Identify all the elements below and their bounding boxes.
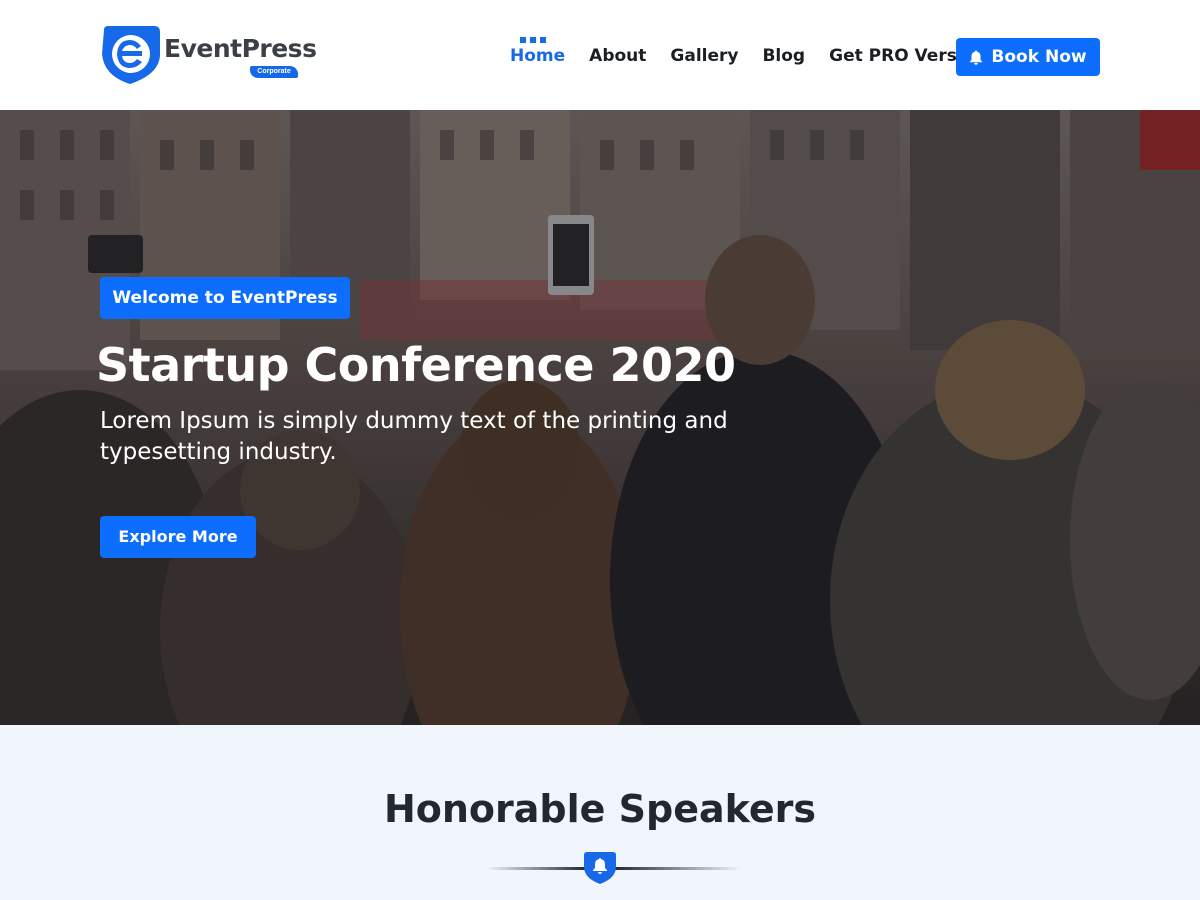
bell-icon <box>970 50 983 65</box>
hero-section: Welcome to EventPress Startup Conference… <box>0 110 1200 725</box>
bell-icon <box>584 852 616 884</box>
speakers-section: Honorable Speakers <box>0 725 1200 900</box>
nav-label-home: Home <box>510 46 566 66</box>
speakers-title: Honorable Speakers <box>383 787 817 831</box>
nav-item-gallery[interactable]: Gallery <box>670 44 738 68</box>
active-indicator <box>520 37 546 43</box>
book-now-button[interactable]: Book Now <box>956 38 1100 76</box>
logo-tagline: Corporate <box>250 66 298 78</box>
welcome-badge: Welcome to EventPress <box>100 277 350 319</box>
hero-description: Lorem Ipsum is simply dummy text of the … <box>100 408 728 465</box>
logo-text: EventPress <box>164 34 317 63</box>
hero-title: Startup Conference 2020 <box>96 338 736 392</box>
nav-item-about[interactable]: About <box>589 44 646 68</box>
site-logo[interactable]: EventPress Corporate <box>100 24 317 86</box>
nav-item-blog[interactable]: Blog <box>762 44 805 68</box>
section-divider <box>486 852 742 884</box>
book-now-label: Book Now <box>991 47 1087 67</box>
explore-more-button[interactable]: Explore More <box>100 516 256 558</box>
eventpress-logo-icon <box>102 26 160 84</box>
site-header: EventPress Corporate Home About Gallery … <box>0 0 1200 110</box>
nav-item-home[interactable]: Home <box>510 37 566 68</box>
main-nav: Home About Gallery Blog Get PRO Version <box>510 37 1010 68</box>
